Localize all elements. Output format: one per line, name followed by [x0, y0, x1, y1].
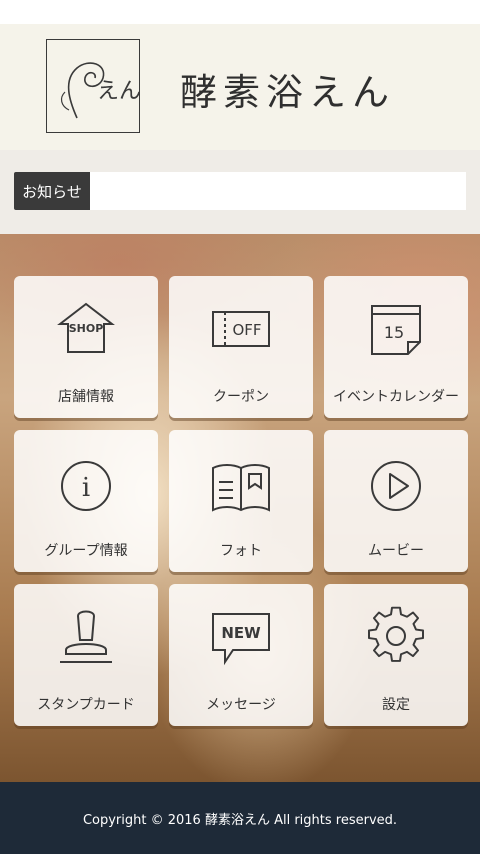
svg-text:SHOP: SHOP: [69, 322, 104, 335]
menu-tile-label: スタンプカード: [37, 697, 135, 713]
app-header: えん 酵素浴えん: [0, 24, 480, 151]
menu-tile-photo[interactable]: フォト: [169, 430, 313, 572]
svg-text:OFF: OFF: [232, 321, 261, 339]
copyright-text: Copyright © 2016 酵素浴えん All rights reserv…: [82, 812, 398, 828]
menu-tile-coupon[interactable]: OFF クーポン: [169, 276, 313, 418]
svg-text:15: 15: [384, 323, 404, 342]
menu-tile-shop-info[interactable]: SHOP 店舗情報: [14, 276, 158, 418]
svg-text:i: i: [82, 473, 90, 503]
menu-tile-movie[interactable]: ムービー: [324, 430, 468, 572]
menu-tile-label: フォト: [220, 543, 262, 559]
footer: Copyright © 2016 酵素浴えん All rights reserv…: [0, 782, 480, 854]
info-icon: i: [61, 461, 111, 511]
menu-tile-settings[interactable]: 設定: [324, 584, 468, 726]
stamp-icon: [60, 610, 112, 663]
menu-tile-label: 店舗情報: [58, 389, 114, 405]
menu-tile-label: グループ情報: [44, 543, 128, 559]
new-message-icon: NEW: [212, 613, 270, 666]
menu-tile-message[interactable]: NEW メッセージ: [169, 584, 313, 726]
menu-tile-label: メッセージ: [206, 697, 276, 713]
play-icon: [371, 461, 421, 511]
news-label[interactable]: お知らせ: [14, 172, 90, 210]
gear-icon: [368, 606, 424, 662]
photo-book-icon: [212, 464, 270, 512]
logo-text: えん: [97, 79, 141, 104]
logo-swirl-icon: えん: [60, 62, 141, 119]
menu-tile-label: ムービー: [368, 543, 424, 559]
menu-tile-label: 設定: [382, 697, 410, 713]
svg-text:NEW: NEW: [221, 624, 261, 642]
brand-name: 酵素浴えん: [180, 71, 395, 114]
logo[interactable]: えん: [46, 39, 141, 133]
menu-tile-label: イベントカレンダー: [333, 389, 459, 405]
shop-icon: SHOP: [57, 302, 115, 353]
calendar-icon: 15: [371, 305, 421, 355]
coupon-icon: OFF: [212, 311, 270, 347]
menu-tile-label: クーポン: [213, 389, 269, 405]
menu-tile-event-calendar[interactable]: 15 イベントカレンダー: [324, 276, 468, 418]
news-ticker[interactable]: [90, 172, 466, 210]
menu-tile-stamp-card[interactable]: スタンプカード: [14, 584, 158, 726]
menu-tile-group-info[interactable]: i グループ情報: [14, 430, 158, 572]
status-bar-area: [0, 0, 480, 24]
